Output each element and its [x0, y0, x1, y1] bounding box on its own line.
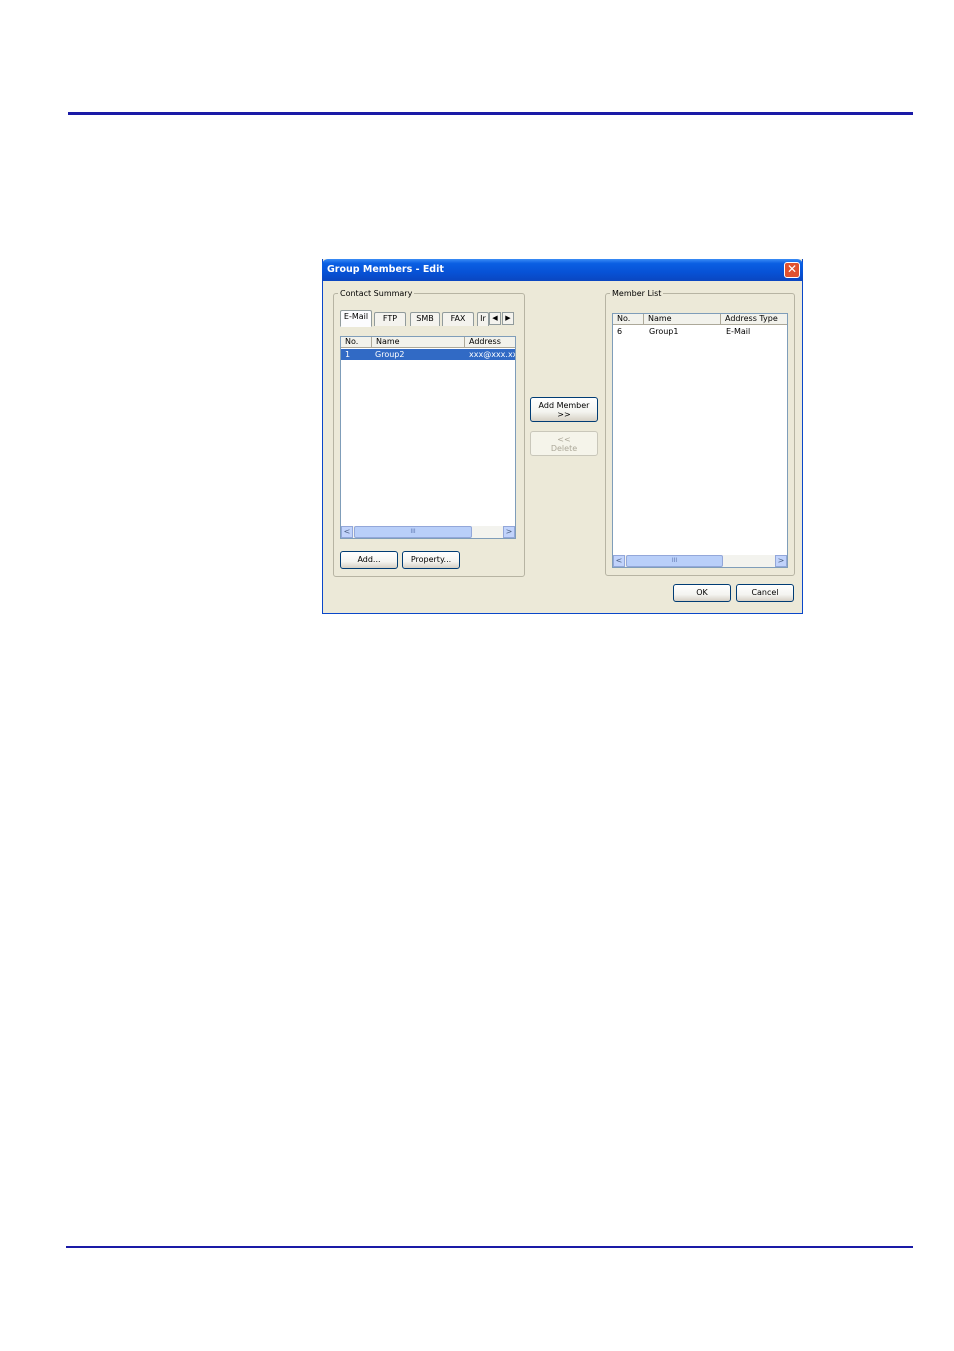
- member-list-label: Member List: [612, 289, 662, 298]
- contact-row-no: 1: [345, 350, 351, 359]
- add-member-arrows: >>: [557, 410, 571, 419]
- add-member-button[interactable]: Add Member >>: [530, 397, 598, 422]
- contact-summary-label: Contact Summary: [340, 289, 413, 298]
- member-row-name: Group1: [649, 327, 679, 336]
- contact-list[interactable]: No. Name Address 1 Group2 xxx@xxx.xx < I…: [340, 336, 516, 539]
- member-column-address-type[interactable]: Address Type: [721, 314, 787, 325]
- footer-rule: [66, 1246, 913, 1248]
- delete-label: Delete: [550, 444, 578, 453]
- tab-fax[interactable]: FAX: [442, 312, 474, 326]
- dialog-title: Group Members - Edit: [327, 264, 444, 275]
- contact-list-header: No. Name Address: [341, 337, 515, 349]
- member-row-type: E-Mail: [726, 327, 751, 336]
- group-members-dialog: Group Members - Edit ✕ Contact Summary E…: [322, 259, 803, 614]
- tab-email[interactable]: E-Mail: [340, 310, 372, 327]
- column-name[interactable]: Name: [372, 337, 465, 348]
- contact-row[interactable]: 1 Group2 xxx@xxx.xx: [341, 349, 515, 360]
- header-rule: [68, 112, 913, 115]
- column-no[interactable]: No.: [341, 337, 372, 348]
- tab-ftp[interactable]: FTP: [374, 312, 406, 326]
- add-member-label: Add Member: [538, 401, 590, 410]
- member-column-no[interactable]: No.: [613, 314, 644, 325]
- contact-row-address: xxx@xxx.xx: [469, 350, 516, 359]
- member-list-group: Member List No. Name Address Type 6 Grou…: [605, 289, 795, 576]
- member-row-no: 6: [617, 327, 623, 336]
- tab-ir[interactable]: Ir: [477, 312, 489, 326]
- member-list-header: No. Name Address Type: [613, 314, 787, 326]
- column-address[interactable]: Address: [465, 337, 515, 348]
- contact-summary-group: Contact Summary E-Mail FTP SMB FAX Ir ◀ …: [333, 289, 525, 577]
- delete-member-button[interactable]: << Delete: [530, 431, 598, 456]
- cancel-button[interactable]: Cancel: [736, 584, 794, 602]
- tab-scroll-left-icon[interactable]: ◀: [489, 312, 501, 325]
- member-scroll-right-icon[interactable]: >: [775, 555, 787, 567]
- scroll-thumb[interactable]: III: [354, 526, 472, 538]
- delete-arrows: <<: [557, 435, 571, 444]
- property-button[interactable]: Property...: [402, 551, 460, 569]
- member-list[interactable]: No. Name Address Type 6 Group1 E-Mail < …: [612, 313, 788, 568]
- scroll-left-icon[interactable]: <: [341, 526, 353, 538]
- title-bar[interactable]: Group Members - Edit ✕: [322, 259, 803, 281]
- add-contact-button[interactable]: Add...: [340, 551, 398, 569]
- tab-smb[interactable]: SMB: [410, 312, 440, 326]
- member-list-hscroll[interactable]: < III >: [613, 555, 787, 567]
- contact-list-hscroll[interactable]: < III >: [341, 526, 515, 538]
- member-row[interactable]: 6 Group1 E-Mail: [613, 326, 787, 337]
- member-column-name[interactable]: Name: [644, 314, 721, 325]
- contact-row-name: Group2: [375, 350, 405, 359]
- tab-scroll-right-icon[interactable]: ▶: [502, 312, 514, 325]
- scroll-right-icon[interactable]: >: [503, 526, 515, 538]
- member-scroll-left-icon[interactable]: <: [613, 555, 625, 567]
- member-scroll-thumb[interactable]: III: [626, 555, 723, 567]
- ok-button[interactable]: OK: [673, 584, 731, 602]
- close-icon[interactable]: ✕: [784, 262, 800, 278]
